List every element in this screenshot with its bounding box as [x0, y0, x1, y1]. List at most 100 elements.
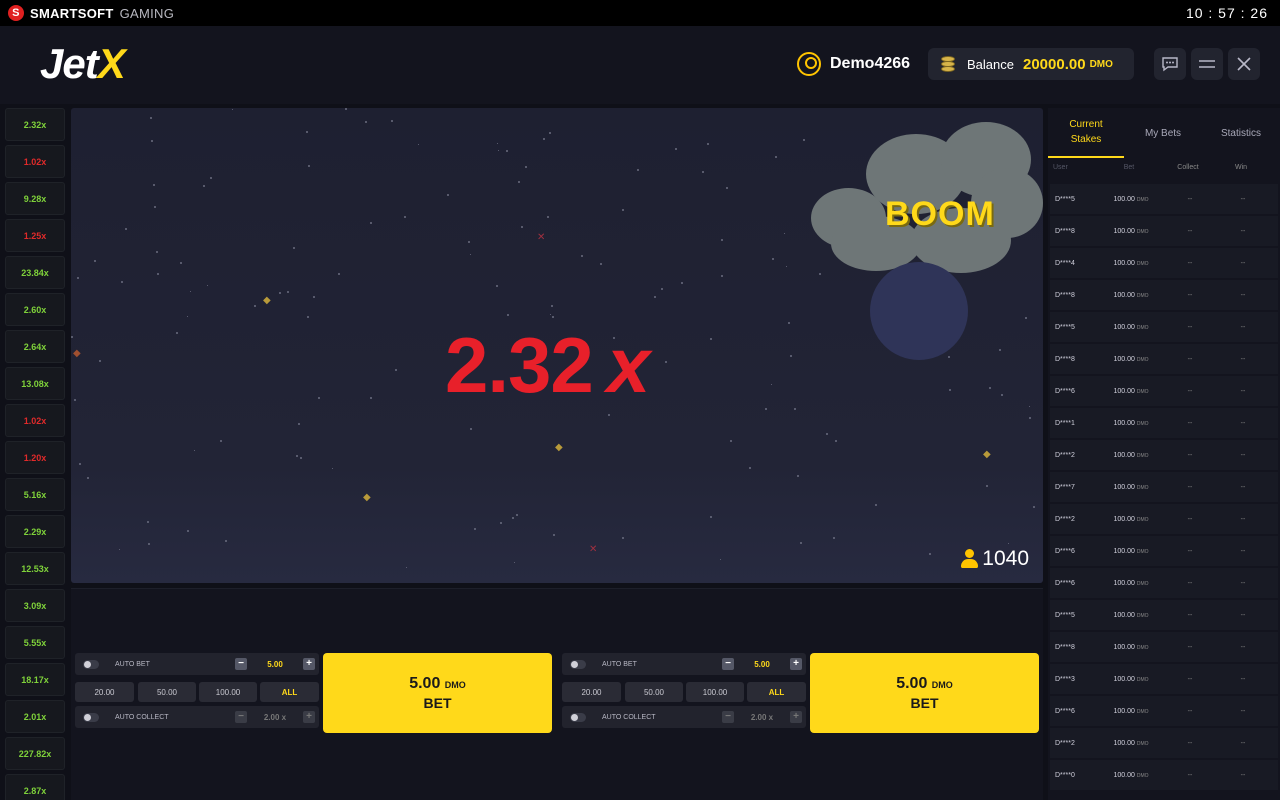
- star: [207, 285, 208, 286]
- header: JetX Demo4266 Balance 20000.00 DMO: [0, 26, 1280, 104]
- auto-bet-toggle[interactable]: [570, 659, 586, 669]
- auto-collect-toggle[interactable]: [570, 712, 586, 722]
- bet-amount-input[interactable]: 5.00: [754, 660, 770, 669]
- history-item[interactable]: 1.25x: [5, 219, 65, 252]
- history-item[interactable]: 12.53x: [5, 552, 65, 585]
- star: [771, 384, 772, 385]
- bet-button-1[interactable]: 5.00 DMO BET: [323, 653, 552, 733]
- star: [516, 514, 518, 516]
- stake-win: --: [1240, 291, 1246, 299]
- star: [675, 148, 677, 150]
- history-item[interactable]: 1.20x: [5, 441, 65, 474]
- history-item[interactable]: 23.84x: [5, 256, 65, 289]
- quick-bet-20[interactable]: 20.00: [75, 682, 134, 702]
- user-info[interactable]: Demo4266: [797, 52, 910, 76]
- stake-win: --: [1240, 579, 1246, 587]
- star: [225, 540, 227, 542]
- tab-my-bets[interactable]: My Bets: [1124, 108, 1202, 158]
- history-item[interactable]: 227.82x: [5, 737, 65, 770]
- bet-button-label: BET: [910, 695, 939, 711]
- menu-button[interactable]: [1191, 48, 1223, 80]
- history-item[interactable]: 2.64x: [5, 330, 65, 363]
- col-collect: Collect: [1177, 164, 1199, 171]
- star: [775, 156, 777, 158]
- history-item[interactable]: 1.02x: [5, 145, 65, 178]
- increase-bet-button[interactable]: +: [302, 658, 315, 670]
- star: [506, 150, 508, 152]
- star: [726, 187, 728, 189]
- stake-win: --: [1240, 739, 1246, 747]
- star: [989, 387, 991, 389]
- stake-collect: --: [1187, 451, 1193, 459]
- star: [306, 131, 308, 133]
- history-item[interactable]: 5.16x: [5, 478, 65, 511]
- quick-bet-all[interactable]: ALL: [747, 682, 806, 702]
- stake-collect: --: [1187, 323, 1193, 331]
- decrease-bet-button[interactable]: −: [722, 658, 734, 670]
- history-item[interactable]: 2.60x: [5, 293, 65, 326]
- history-item[interactable]: 18.17x: [5, 663, 65, 696]
- star: [949, 389, 951, 391]
- auto-bet-toggle[interactable]: [83, 659, 99, 669]
- history-item[interactable]: 2.87x: [5, 774, 65, 800]
- increase-collect-button[interactable]: +: [789, 711, 802, 723]
- history-item[interactable]: 2.29x: [5, 515, 65, 548]
- stakes-list: D****5 100.00 DMO -- -- D****8 100.00 DMO -- --…: [1050, 184, 1278, 792]
- decrease-bet-button[interactable]: −: [235, 658, 247, 670]
- bet-button-2[interactable]: 5.00 DMO BET: [810, 653, 1039, 733]
- quick-bet-100[interactable]: 100.00: [199, 682, 257, 702]
- star: [87, 477, 89, 479]
- star: [803, 139, 805, 141]
- clock: 10 : 57 : 26: [1185, 5, 1268, 21]
- stake-row: D****1 100.00 DMO -- --: [1050, 408, 1278, 438]
- star: [497, 143, 498, 144]
- tab-statistics[interactable]: Statistics: [1202, 108, 1280, 158]
- bet-amount-input[interactable]: 5.00: [267, 660, 283, 669]
- quick-bet-50[interactable]: 50.00: [625, 682, 683, 702]
- star: [929, 553, 931, 555]
- chat-button[interactable]: [1154, 48, 1186, 80]
- increase-collect-button[interactable]: +: [302, 711, 315, 723]
- quick-bet-all[interactable]: ALL: [260, 682, 319, 702]
- bet-button-amount: 5.00 DMO: [896, 675, 953, 692]
- auto-collect-toggle[interactable]: [83, 712, 99, 722]
- stake-bet: 100.00 DMO: [1113, 387, 1149, 395]
- decrease-collect-button[interactable]: −: [235, 711, 247, 723]
- collect-input[interactable]: 2.00 x: [264, 713, 286, 722]
- star: [833, 537, 835, 539]
- stake-bet: 100.00 DMO: [1113, 579, 1149, 587]
- history-item[interactable]: 3.09x: [5, 589, 65, 622]
- stake-row: D****8 100.00 DMO -- --: [1050, 344, 1278, 374]
- stake-win: --: [1240, 675, 1246, 683]
- close-button[interactable]: [1228, 48, 1260, 80]
- star: [797, 475, 799, 477]
- history-item[interactable]: 2.01x: [5, 700, 65, 733]
- star: [77, 277, 79, 279]
- history-item[interactable]: 9.28x: [5, 182, 65, 215]
- stake-win: --: [1240, 259, 1246, 267]
- stake-row: D****8 100.00 DMO -- --: [1050, 216, 1278, 246]
- star: [1029, 406, 1030, 407]
- quick-bet-20[interactable]: 20.00: [562, 682, 621, 702]
- stake-user: D****2: [1055, 739, 1075, 747]
- increase-bet-button[interactable]: +: [789, 658, 802, 670]
- quick-bet-100[interactable]: 100.00: [686, 682, 744, 702]
- star: [332, 468, 333, 469]
- star: [710, 516, 712, 518]
- history-item[interactable]: 13.08x: [5, 367, 65, 400]
- star: [498, 150, 499, 151]
- stake-row: D****7 100.00 DMO -- --: [1050, 472, 1278, 502]
- decrease-collect-button[interactable]: −: [722, 711, 734, 723]
- quick-bet-50[interactable]: 50.00: [138, 682, 196, 702]
- star: [819, 273, 821, 275]
- star: [551, 305, 553, 307]
- history-item[interactable]: 1.02x: [5, 404, 65, 437]
- collect-input[interactable]: 2.00 x: [751, 713, 773, 722]
- history-item[interactable]: 5.55x: [5, 626, 65, 659]
- stake-win: --: [1240, 227, 1246, 235]
- jetx-logo: JetX: [40, 40, 126, 88]
- star: [307, 316, 309, 318]
- history-item[interactable]: 2.32x: [5, 108, 65, 141]
- tab-current-stakes[interactable]: Current Stakes: [1048, 108, 1124, 158]
- stake-row: D****5 100.00 DMO -- --: [1050, 184, 1278, 214]
